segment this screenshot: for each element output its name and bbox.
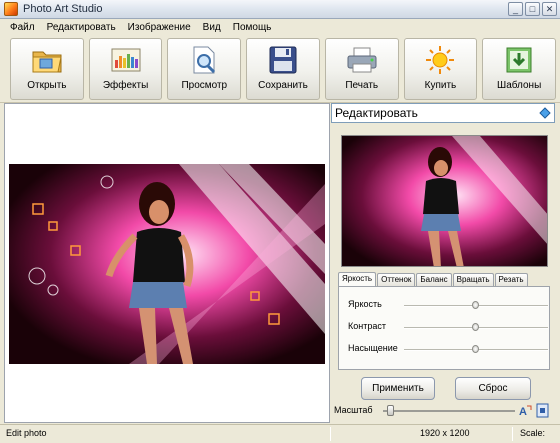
brightness-slider-row: Яркость bbox=[348, 299, 548, 313]
tab-brightness[interactable]: Яркость bbox=[338, 272, 377, 286]
window-controls: _ □ ✕ bbox=[508, 2, 557, 16]
sun-icon bbox=[424, 45, 456, 75]
print-label: Печать bbox=[345, 80, 379, 91]
app-logo-icon bbox=[4, 2, 18, 16]
status-divider bbox=[512, 427, 513, 441]
main-toolbar: Открыть Эффекты Просмотр Сохранить Печат… bbox=[0, 35, 560, 103]
status-divider bbox=[330, 427, 331, 441]
open-button[interactable]: Открыть bbox=[10, 38, 84, 100]
menu-bar: Файл Редактировать Изображение Вид Помощ… bbox=[0, 19, 560, 35]
save-icon bbox=[267, 45, 299, 75]
brightness-panel: Яркость Контраст Насыщение bbox=[338, 286, 550, 370]
effects-button[interactable]: Эффекты bbox=[88, 38, 163, 100]
saturation-label: Насыщение bbox=[348, 343, 398, 353]
minimize-icon[interactable]: _ bbox=[508, 2, 523, 16]
maximize-icon[interactable]: □ bbox=[525, 2, 540, 16]
print-button[interactable]: Печать bbox=[324, 38, 399, 100]
title-bar: Photo Art Studio _ □ ✕ bbox=[0, 0, 560, 19]
zoom-label: Масштаб bbox=[334, 405, 373, 415]
status-scale: Scale: bbox=[520, 428, 546, 438]
saturation-slider-row: Насыщение bbox=[348, 343, 548, 357]
menu-help[interactable]: Помощь bbox=[227, 22, 278, 33]
brightness-thumb[interactable] bbox=[472, 301, 479, 309]
templates-label: Шаблоны bbox=[497, 80, 542, 91]
menu-edit[interactable]: Редактировать bbox=[41, 22, 122, 33]
adjust-tabs: Яркость Оттенок Баланс Вращать Резать bbox=[338, 272, 528, 286]
tab-rotate[interactable]: Вращать bbox=[452, 273, 494, 286]
svg-text:A: A bbox=[519, 406, 527, 418]
mode-value: Редактировать bbox=[335, 106, 418, 120]
effects-label: Эффекты bbox=[102, 80, 149, 91]
main-photo bbox=[9, 164, 325, 364]
window-title: Photo Art Studio bbox=[23, 3, 103, 15]
contrast-slider-row: Контраст bbox=[348, 321, 548, 335]
brightness-label: Яркость bbox=[348, 299, 382, 309]
canvas-area[interactable] bbox=[4, 103, 330, 423]
actual-size-icon[interactable] bbox=[535, 403, 550, 418]
status-bar: Edit photo 1920 x 1200 Scale: bbox=[0, 424, 560, 443]
diamond-dropdown-icon[interactable] bbox=[539, 107, 551, 119]
effects-icon bbox=[110, 45, 142, 75]
fit-text-icon[interactable]: A bbox=[518, 403, 533, 418]
mode-dropdown[interactable]: Редактировать bbox=[331, 103, 555, 123]
edit-panel: Редактировать Яркость Оттенок Баланс Вра… bbox=[331, 103, 557, 423]
printer-icon bbox=[346, 45, 378, 75]
menu-view[interactable]: Вид bbox=[197, 22, 227, 33]
open-label: Открыть bbox=[27, 80, 67, 91]
contrast-label: Контраст bbox=[348, 321, 386, 331]
buy-button[interactable]: Купить bbox=[403, 38, 478, 100]
preview-label: Просмотр bbox=[181, 80, 228, 91]
menu-image[interactable]: Изображение bbox=[122, 22, 197, 33]
close-icon[interactable]: ✕ bbox=[542, 2, 557, 16]
zoom-thumb[interactable] bbox=[386, 405, 394, 416]
menu-file[interactable]: Файл bbox=[4, 22, 41, 33]
zoom-track[interactable] bbox=[383, 410, 515, 412]
save-button[interactable]: Сохранить bbox=[246, 38, 320, 100]
saturation-thumb[interactable] bbox=[472, 345, 479, 353]
tab-balance[interactable]: Баланс bbox=[416, 273, 452, 286]
status-resolution: 1920 x 1200 bbox=[420, 428, 470, 438]
contrast-thumb[interactable] bbox=[472, 323, 479, 331]
save-label: Сохранить bbox=[258, 80, 308, 91]
reset-button[interactable]: Сброс bbox=[455, 377, 531, 400]
templates-icon bbox=[503, 45, 535, 75]
folder-icon bbox=[31, 45, 63, 75]
preview-icon bbox=[188, 45, 220, 75]
zoom-row: Масштаб A bbox=[331, 401, 555, 421]
templates-button[interactable]: Шаблоны bbox=[482, 38, 557, 100]
preview-button[interactable]: Просмотр bbox=[167, 38, 242, 100]
tab-hue[interactable]: Оттенок bbox=[377, 273, 416, 286]
buy-label: Купить bbox=[424, 80, 457, 91]
app-window: Photo Art Studio _ □ ✕ Файл Редактироват… bbox=[0, 0, 560, 443]
tab-crop[interactable]: Резать bbox=[494, 273, 528, 286]
apply-button[interactable]: Применить bbox=[361, 377, 435, 400]
status-text: Edit photo bbox=[6, 428, 47, 438]
preview-thumbnail bbox=[341, 135, 548, 267]
